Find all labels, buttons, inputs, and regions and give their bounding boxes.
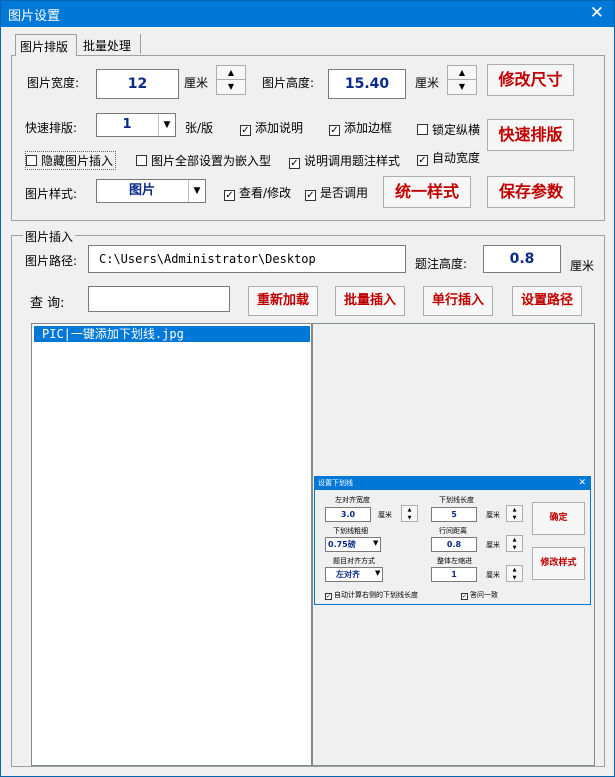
file-list[interactable]: PIC|一键添加下划线.jpg	[31, 323, 312, 766]
tab-layout[interactable]: 图片排版	[15, 34, 77, 56]
width-input[interactable]: 12	[96, 69, 179, 99]
preview-label: 整体左缩进	[437, 557, 472, 565]
preview-label: 行间距离	[439, 527, 467, 535]
add-caption-checkbox[interactable]: ✓ 添加说明	[240, 119, 303, 136]
spin-icon: ▲ ▼	[401, 505, 418, 522]
spin-down-icon[interactable]: ▼	[217, 80, 245, 94]
width-spinner[interactable]: ▲ ▼	[216, 65, 246, 95]
chevron-down-icon: ▼	[373, 539, 379, 547]
use-style-checkbox[interactable]: ✓ 是否调用	[305, 184, 368, 201]
insert-group-title: 图片插入	[23, 228, 76, 245]
preview-checkbox: ✓ 自动计算右侧的下划线长度	[325, 591, 418, 600]
height-spinner[interactable]: ▲ ▼	[447, 65, 477, 95]
preview-modify-button: 修改样式	[532, 547, 585, 580]
path-label: 图片路径:	[25, 254, 78, 268]
checkmark-icon[interactable]: ✓	[329, 125, 340, 136]
hide-insert-checkbox[interactable]: 隐藏图片插入	[25, 151, 117, 170]
list-item[interactable]: PIC|一键添加下划线.jpg	[34, 326, 310, 342]
checkmark-icon[interactable]: ✓	[289, 158, 300, 169]
preview-dialog-title: 设置下划线	[315, 477, 590, 490]
resize-button[interactable]: 修改尺寸	[487, 64, 574, 96]
height-unit: 厘米	[415, 76, 440, 90]
lock-aspect-checkbox[interactable]: 锁定纵横	[417, 121, 480, 138]
preview-value: 0.8	[431, 537, 477, 552]
width-unit: 厘米	[184, 76, 209, 90]
spin-icon: ▲ ▼	[506, 565, 523, 582]
caption-height-label: 题注高度:	[415, 257, 468, 271]
preview-label: 题目对齐方式	[333, 557, 375, 565]
preview-value: 1	[431, 567, 477, 582]
path-input[interactable]: C:\Users\Administrator\Desktop	[88, 245, 406, 273]
style-select[interactable]: 图片 ▼	[96, 179, 206, 203]
spin-icon: ▲ ▼	[506, 535, 523, 552]
batch-insert-button[interactable]: 批量插入	[335, 286, 405, 316]
quick-layout-select[interactable]: 1 ▼	[96, 113, 176, 137]
reload-button[interactable]: 重新加载	[248, 286, 318, 316]
window-title: 图片设置	[8, 9, 61, 24]
spin-icon: ▲ ▼	[506, 505, 523, 522]
preview-label: 左对齐宽度	[335, 496, 370, 504]
spin-up-icon[interactable]: ▲	[217, 66, 245, 80]
checkmark-icon[interactable]: ✓	[224, 190, 235, 201]
preview-checkbox: ✓ 答问一致	[461, 591, 498, 600]
width-label: 图片宽度:	[27, 76, 80, 90]
quick-layout-label: 快速排版:	[25, 121, 78, 135]
caption-height-input[interactable]: 0.8	[483, 245, 561, 273]
checkmark-icon[interactable]: ✓	[305, 190, 316, 201]
all-inline-checkbox[interactable]: 图片全部设置为嵌入型	[136, 152, 271, 169]
height-input[interactable]: 15.40	[328, 69, 406, 99]
preview-label: 下划线粗细	[333, 527, 368, 535]
style-label: 图片样式:	[25, 187, 78, 201]
chevron-down-icon[interactable]: ▼	[158, 114, 175, 136]
spin-up-icon[interactable]: ▲	[448, 66, 476, 80]
view-edit-checkbox[interactable]: ✓ 查看/修改	[224, 184, 291, 201]
chevron-down-icon: ▼	[375, 569, 381, 577]
auto-width-checkbox[interactable]: ✓ 自动宽度	[417, 149, 480, 166]
checkmark-icon[interactable]: ✓	[240, 125, 251, 136]
spin-down-icon[interactable]: ▼	[448, 80, 476, 94]
quick-layout-value: 1	[122, 117, 132, 132]
title-bar: 图片设置 ✕	[1, 1, 614, 27]
preview-dialog-image: 设置下划线 ✕ 左对齐宽度 3.0 厘米 ▲ ▼ 下划线长度 5 厘米 ▲ ▼ 确定…	[314, 476, 591, 605]
chevron-down-icon[interactable]: ▼	[188, 180, 205, 202]
checkmark-icon[interactable]: ✓	[417, 155, 428, 166]
close-icon: ✕	[578, 478, 586, 488]
save-params-button[interactable]: 保存参数	[487, 176, 575, 208]
picture-settings-window: 图片设置 ✕ 图片排版 批量处理 图片宽度: 12 厘米 ▲ ▼ 图片高度: 1…	[0, 0, 615, 777]
search-input[interactable]	[88, 286, 230, 312]
tab-batch[interactable]: 批量处理	[79, 34, 141, 54]
unify-style-button[interactable]: 统一样式	[383, 176, 471, 208]
preview-unit: 厘米	[486, 541, 500, 549]
caption-style-checkbox[interactable]: ✓ 说明调用题注样式	[289, 152, 400, 169]
quick-layout-button[interactable]: 快速排版	[487, 119, 574, 151]
add-border-checkbox[interactable]: ✓ 添加边框	[329, 119, 392, 136]
preview-value: 5	[431, 507, 477, 522]
preview-unit: 厘米	[486, 511, 500, 519]
search-label: 查 询:	[30, 296, 65, 311]
preview-label: 下划线长度	[439, 496, 474, 504]
style-value: 图片	[128, 183, 155, 198]
height-label: 图片高度:	[262, 76, 315, 90]
preview-ok-button: 确定	[532, 502, 585, 535]
preview-unit: 厘米	[378, 511, 392, 519]
quick-layout-unit: 张/版	[185, 121, 214, 135]
preview-unit: 厘米	[486, 571, 500, 579]
preview-value: 3.0	[325, 507, 371, 522]
caption-height-unit: 厘米	[570, 259, 595, 273]
set-path-button[interactable]: 设置路径	[512, 286, 582, 316]
row-insert-button[interactable]: 单行插入	[423, 286, 493, 316]
close-icon[interactable]: ✕	[590, 3, 604, 23]
